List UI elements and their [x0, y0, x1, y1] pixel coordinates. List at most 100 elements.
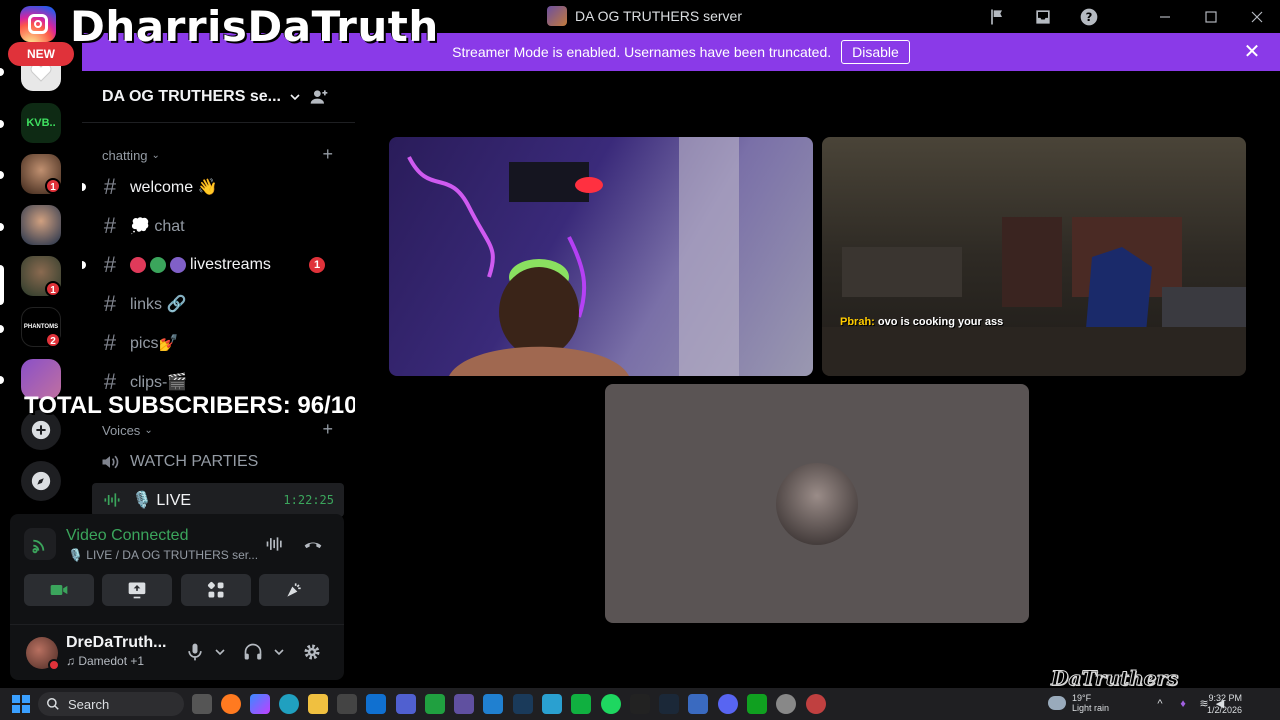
text-channel-icon: #: [103, 330, 117, 355]
server-icon-4[interactable]: [21, 205, 61, 245]
channel-links[interactable]: # links 🔗: [100, 288, 345, 320]
unread-indicator: [0, 223, 4, 231]
create-voice-channel-icon[interactable]: +: [322, 419, 333, 440]
svg-text:?: ?: [1086, 10, 1093, 24]
windows-start-icon[interactable]: [12, 695, 30, 713]
channel-label: WATCH PARTIES: [130, 453, 259, 470]
chevron-down-icon: [290, 93, 300, 100]
channel-label: 💭 chat: [130, 218, 185, 235]
mic-options-chevron-icon[interactable]: [209, 641, 231, 663]
video-tile-streamer[interactable]: [389, 137, 813, 376]
microphone-icon[interactable]: [184, 641, 206, 663]
user-activity-status: ♫ Damedot +1: [66, 654, 145, 668]
xbox-app-icon[interactable]: [425, 694, 445, 714]
banner-close-icon[interactable]: ✕: [1242, 42, 1262, 62]
maximize-icon[interactable]: [1188, 0, 1234, 33]
voice-status-subtitle[interactable]: 🎙️ LIVE / DA OG TRUTHERS ser...: [68, 548, 258, 562]
connection-signal-icon[interactable]: [24, 528, 56, 560]
category-voices[interactable]: Voices ⌄: [102, 423, 153, 438]
noise-suppression-icon[interactable]: [264, 534, 286, 554]
create-channel-icon[interactable]: +: [322, 144, 333, 165]
invite-people-icon[interactable]: [309, 87, 329, 107]
channel-label: links 🔗: [130, 296, 187, 313]
audio-options-chevron-icon[interactable]: [268, 641, 290, 663]
outlook-icon[interactable]: [366, 694, 386, 714]
spotify-icon[interactable]: [601, 694, 621, 714]
channel-label: 🎙️ LIVE: [132, 492, 192, 509]
settings-icon[interactable]: [776, 694, 796, 714]
server-icon-kvb[interactable]: KVB..: [21, 103, 61, 143]
discord-icon[interactable]: [718, 694, 738, 714]
voice-stage: Pbrah: ovo is cooking your ass DaTruther…: [355, 71, 1280, 691]
app-icon[interactable]: [571, 694, 591, 714]
channel-welcome[interactable]: # welcome 👋: [100, 171, 345, 203]
file-explorer-icon[interactable]: [308, 694, 328, 714]
help-icon[interactable]: ?: [1066, 0, 1112, 33]
chevron-down-icon: ⌄: [144, 425, 153, 436]
app-icon[interactable]: [688, 694, 708, 714]
screen-share-button[interactable]: [102, 574, 172, 606]
clock-date: 1/2/2026: [1206, 705, 1242, 715]
activities-button[interactable]: [181, 574, 251, 606]
chevron-up-icon[interactable]: ^: [1153, 697, 1167, 711]
text-channel-icon: #: [103, 291, 117, 316]
headphones-icon[interactable]: [242, 641, 264, 663]
firefox-icon[interactable]: [221, 694, 241, 714]
voice-channel-watch-parties[interactable]: WATCH PARTIES: [100, 446, 345, 478]
epic-games-icon[interactable]: [630, 694, 650, 714]
stream-chat-message: Pbrah: ovo is cooking your ass: [840, 316, 1003, 328]
title-bar-controls: ?: [974, 0, 1280, 33]
video-tile-participant[interactable]: [605, 384, 1029, 623]
store-icon[interactable]: [337, 694, 357, 714]
app-icon[interactable]: [454, 694, 474, 714]
voice-channel-live[interactable]: 🎙️ LIVE 1:22:25: [92, 483, 344, 517]
channel-livestreams[interactable]: # livestreams 1: [100, 249, 345, 281]
video-feed: [822, 217, 1246, 376]
channel-pics[interactable]: # pics💅: [100, 327, 345, 359]
minimize-icon[interactable]: [1142, 0, 1188, 33]
edge-icon[interactable]: [279, 694, 299, 714]
search-label: Search: [68, 696, 110, 712]
copilot-icon[interactable]: [250, 694, 270, 714]
username[interactable]: DreDaTruth...: [66, 634, 166, 652]
video-tile-room[interactable]: Pbrah: ovo is cooking your ass: [822, 137, 1246, 376]
red-circle-icon: [130, 257, 146, 273]
banner-message: Streamer Mode is enabled. Usernames have…: [452, 44, 832, 60]
tray-app-icon[interactable]: ♦: [1176, 697, 1190, 711]
server-badge: 2: [45, 332, 61, 348]
activities-icon: [207, 581, 224, 598]
system-clock[interactable]: 9:32 PM 1/2/2026: [1207, 692, 1242, 716]
teams-icon[interactable]: [396, 694, 416, 714]
flag-icon[interactable]: [974, 0, 1020, 33]
app-icon[interactable]: [513, 694, 533, 714]
close-icon[interactable]: [1234, 0, 1280, 33]
camera-button[interactable]: [24, 574, 94, 606]
soundboard-button[interactable]: [259, 574, 329, 606]
disconnect-icon[interactable]: [302, 534, 324, 554]
voice-status-title[interactable]: Video Connected: [66, 527, 188, 545]
disable-streamer-mode-button[interactable]: Disable: [841, 40, 910, 64]
channel-label: welcome 👋: [130, 179, 218, 196]
app-icon[interactable]: [483, 694, 503, 714]
app-icon[interactable]: [806, 694, 826, 714]
steam-icon[interactable]: [659, 694, 679, 714]
new-badge: NEW: [8, 42, 74, 66]
channel-chat[interactable]: # 💭 chat: [100, 210, 345, 242]
voice-connection-panel: Video Connected 🎙️ LIVE / DA OG TRUTHERS…: [10, 514, 344, 624]
taskbar-search[interactable]: Search: [38, 692, 184, 716]
window-title-text: DA OG TRUTHERS server: [575, 8, 742, 24]
inbox-icon[interactable]: [1020, 0, 1066, 33]
task-view-icon[interactable]: [192, 694, 212, 714]
weather-widget[interactable]: 19°F Light rain: [1048, 693, 1109, 713]
user-panel: DreDaTruth... ♫ Damedot +1: [10, 624, 344, 680]
discover-compass-icon[interactable]: [21, 461, 61, 501]
category-chatting[interactable]: chatting ⌄: [102, 148, 160, 163]
photos-icon[interactable]: [542, 694, 562, 714]
chevron-down-icon: ⌄: [151, 150, 160, 161]
unread-indicator: [0, 376, 4, 384]
purple-circle-icon: [170, 257, 186, 273]
server-icon: [547, 6, 567, 26]
settings-gear-icon[interactable]: [301, 641, 323, 663]
xbox-icon[interactable]: [747, 694, 767, 714]
search-icon: [47, 698, 59, 710]
